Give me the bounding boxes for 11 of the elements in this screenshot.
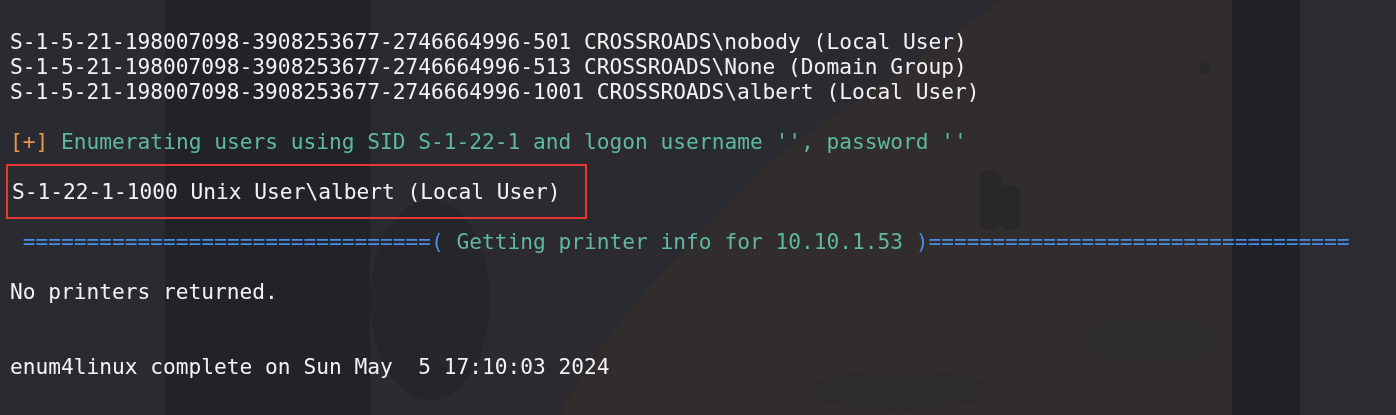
output-line: S-1-5-21-198007098-3908253677-2746664996-1001 CROSSROADS\albert (Local User)	[10, 79, 980, 104]
output-line: No printers returned.	[10, 279, 278, 304]
status-message: Enumerating users using SID S-1-22-1 and logon username '', password ''	[61, 129, 967, 154]
output-line: S-1-22-1-1000 Unix User\albert (Local User)	[12, 179, 561, 204]
output-line: enum4linux complete on Sun May 5 17:10:03 2024	[10, 354, 610, 379]
output-line: S-1-5-21-198007098-3908253677-2746664996-501 CROSSROADS\nobody (Local User)	[10, 29, 967, 54]
banner-rule: ================================(	[22, 229, 444, 254]
banner-rule: )=================================	[915, 229, 1350, 254]
status-marker: [+]	[10, 129, 49, 154]
banner-title: Getting printer info for 10.10.1.53	[455, 229, 904, 254]
output-line: S-1-5-21-198007098-3908253677-2746664996-513 CROSSROADS\None (Domain Group)	[10, 54, 967, 79]
